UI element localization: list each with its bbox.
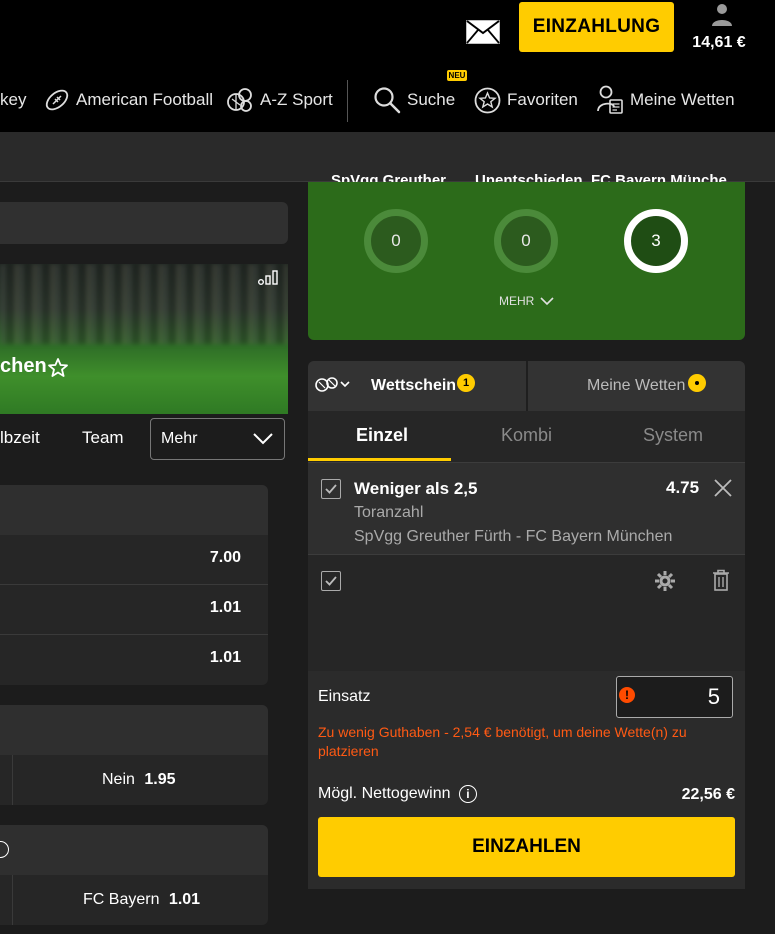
select-value: Mehr	[161, 430, 198, 447]
prediction-ring-home[interactable]: 0	[364, 209, 428, 273]
nav-item-label: Suche	[407, 90, 456, 109]
net-win-label-wrap: Mögl. Nettogewinn i	[318, 785, 477, 803]
nav-item-label: American Football	[76, 90, 214, 109]
prediction-label-clip	[308, 182, 745, 190]
nav-item-search[interactable]: Suche	[373, 84, 455, 116]
mail-icon[interactable]	[466, 20, 500, 44]
betslip-count-badge: 1	[457, 374, 475, 392]
new-badge: NEU	[447, 70, 467, 81]
nav-item-label: Meine Wetten	[630, 90, 735, 109]
prediction-more-link[interactable]: MEHR	[499, 294, 554, 308]
deposit-button[interactable]: EINZAHLUNG	[519, 2, 674, 52]
odds-button[interactable]: 7.00	[0, 549, 241, 567]
divider	[0, 634, 268, 635]
more-label: MEHR	[499, 294, 535, 308]
market-card-header	[0, 705, 268, 755]
odds-button[interactable]: 1.01	[0, 649, 241, 667]
stadium-crowd-background	[0, 264, 288, 344]
american-football-icon	[45, 89, 69, 111]
bet-odd: 4.75	[666, 478, 700, 497]
selection-label: Nein	[102, 771, 135, 788]
chevron-down-icon	[253, 433, 273, 445]
column-gap	[288, 182, 308, 934]
odds-button[interactable]: 1.01	[0, 599, 241, 617]
prediction-ring-draw[interactable]: 0	[494, 209, 558, 273]
indicator-dot	[695, 381, 699, 385]
nav-item-a-z-sport[interactable]: A-Z Sport	[226, 84, 333, 116]
info-icon[interactable]: i	[458, 785, 477, 803]
nav-item-american-football[interactable]: American Football	[44, 84, 213, 116]
bet-selection-name: Weniger als 2,5	[354, 479, 478, 498]
select-all-checkbox[interactable]	[321, 571, 341, 591]
bet-checkbox[interactable]	[321, 479, 341, 499]
nav-item-my-bets[interactable]: Meine Wetten	[596, 84, 735, 116]
prediction-ring-away[interactable]: 3	[624, 209, 688, 273]
tab-team[interactable]: Team	[82, 428, 124, 448]
event-title: chen	[0, 355, 47, 377]
tab-combi[interactable]: Kombi	[501, 425, 552, 446]
odds-button-no[interactable]: Nein 1.95	[102, 771, 176, 789]
nav-item-label: A-Z Sport	[260, 90, 333, 109]
bet-market-name: Toranzahl	[354, 504, 424, 521]
divider	[0, 584, 268, 585]
favorite-star-icon[interactable]	[47, 357, 69, 379]
statistics-icon[interactable]	[258, 270, 280, 286]
gear-icon[interactable]	[654, 570, 676, 592]
market-search-bar[interactable]	[0, 202, 288, 244]
more-markets-select[interactable]: Mehr	[150, 418, 285, 460]
divider	[526, 361, 528, 411]
nav-divider	[347, 80, 348, 122]
warning-icon: !	[619, 687, 635, 703]
trash-icon[interactable]	[712, 569, 730, 591]
divider	[12, 875, 13, 925]
nav-item-ice-hockey[interactable]: key	[0, 84, 26, 116]
market-card-header	[0, 485, 268, 535]
nav-item-label: key	[0, 90, 27, 109]
selection-label: FC Bayern	[83, 891, 160, 908]
active-tab-indicator	[308, 458, 451, 461]
nav-item-label: Favoriten	[507, 90, 578, 109]
tab-betslip[interactable]: Wettschein	[371, 377, 456, 395]
odd-value: 1.01	[168, 891, 201, 908]
tab-system[interactable]: System	[643, 425, 703, 446]
chevron-down-icon	[540, 296, 554, 305]
market-card-header	[0, 825, 268, 875]
divider	[12, 755, 13, 805]
insufficient-funds-error: Zu wenig Guthaben - 2,54 € benötigt, um …	[318, 724, 687, 759]
betslip-options-area	[308, 556, 745, 671]
event-header-banner	[0, 264, 288, 414]
tab-halftime[interactable]: lbzeit	[0, 428, 40, 448]
sports-balls-icon	[227, 88, 252, 112]
odds-button-fc-bayern[interactable]: FC Bayern 1.01	[83, 891, 200, 909]
balance-amount[interactable]: 14,61 €	[684, 34, 754, 52]
bet-event-name: SpVgg Greuther Fürth - FC Bayern München	[354, 528, 673, 545]
my-bets-icon	[597, 85, 623, 114]
search-icon	[374, 87, 401, 114]
user-icon[interactable]	[711, 3, 733, 27]
checkmark-icon	[325, 576, 337, 586]
deposit-cta-button[interactable]: EINZAHLEN	[318, 817, 735, 877]
tab-single[interactable]: Einzel	[356, 425, 408, 446]
odd-value: 1.95	[144, 771, 176, 788]
my-bets-indicator	[688, 374, 706, 392]
stake-label: Einsatz	[318, 688, 371, 705]
checkmark-icon	[325, 484, 337, 494]
sports-selector-icon[interactable]	[315, 376, 351, 394]
star-icon	[474, 87, 501, 113]
net-win-value: 22,56 €	[681, 786, 735, 803]
net-win-label: Mögl. Nettogewinn	[318, 785, 451, 803]
nav-item-favorites[interactable]: Favoriten	[474, 84, 578, 116]
close-icon[interactable]	[713, 478, 733, 498]
tab-my-bets[interactable]: Meine Wetten	[587, 377, 685, 395]
